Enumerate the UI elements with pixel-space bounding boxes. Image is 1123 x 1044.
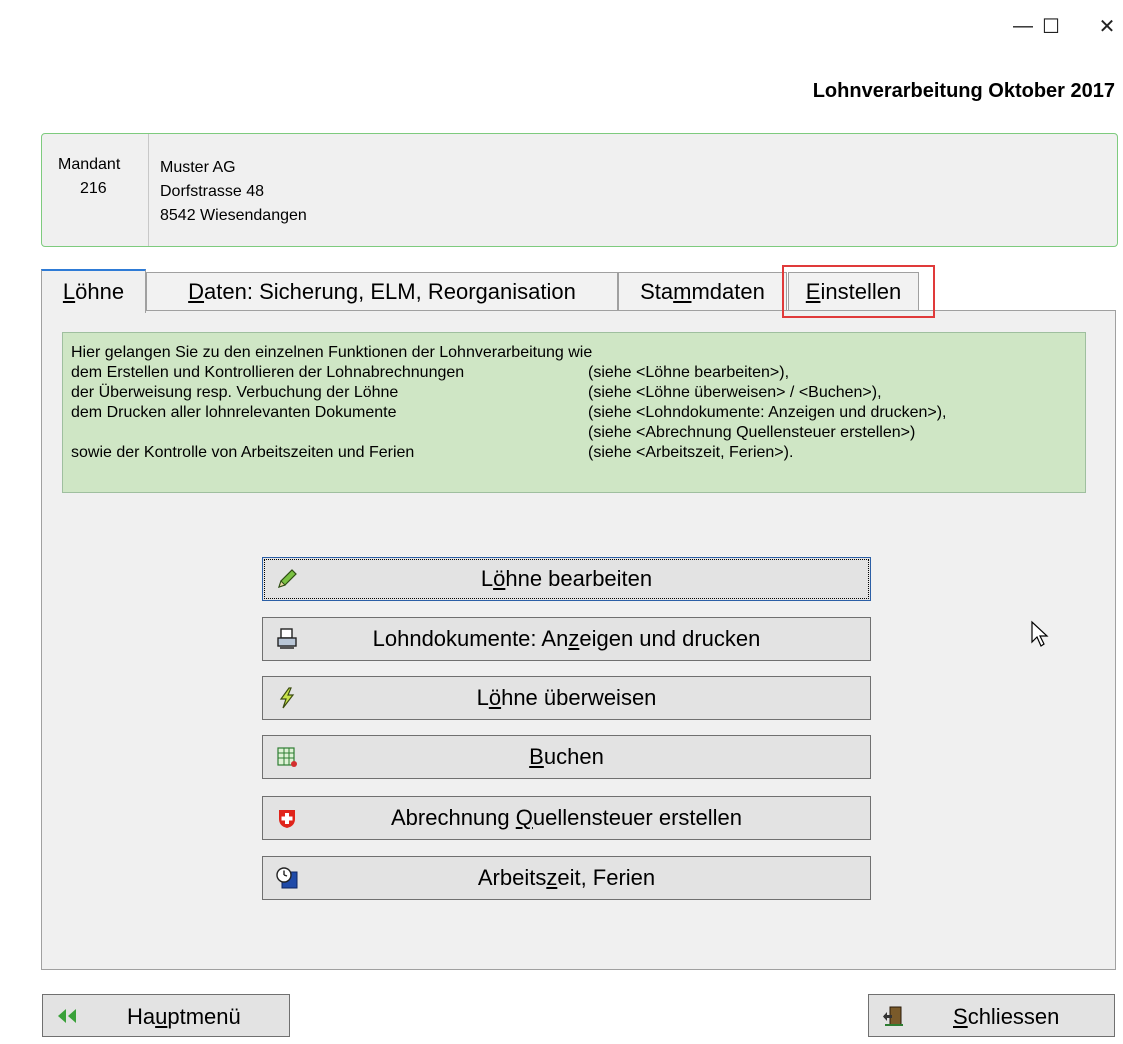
schliessen-button[interactable]: Schliessen bbox=[868, 994, 1115, 1037]
printer-icon bbox=[275, 627, 299, 651]
exit-door-icon bbox=[881, 1005, 905, 1027]
maximize-icon: ☐ bbox=[1042, 15, 1060, 38]
double-arrow-left-icon bbox=[55, 1005, 79, 1027]
tab-einstellen[interactable]: Einstellen bbox=[788, 272, 919, 310]
lightning-icon bbox=[275, 686, 299, 710]
client-address: Muster AG Dorfstrasse 48 8542 Wiesendang… bbox=[160, 156, 307, 228]
loehne-bearbeiten-button[interactable]: Löhne bearbeiten bbox=[262, 557, 871, 601]
client-id-column: Mandant 216 bbox=[42, 134, 149, 246]
swiss-cross-icon bbox=[275, 806, 299, 830]
client-street: Dorfstrasse 48 bbox=[160, 183, 265, 200]
button-label: Löhne überweisen bbox=[476, 685, 657, 710]
client-number: 216 bbox=[80, 180, 107, 197]
tab-loehne[interactable]: Löhne bbox=[41, 269, 146, 313]
maximize-button[interactable]: ☐ bbox=[1028, 6, 1074, 46]
tab-label: Daten: Sicherung, ELM, Reorganisation bbox=[188, 278, 576, 304]
client-label: Mandant bbox=[58, 156, 121, 173]
arbeitszeit-ferien-button[interactable]: Arbeitszeit, Ferien bbox=[262, 856, 871, 900]
button-label: Buchen bbox=[529, 744, 604, 769]
client-name: Muster AG bbox=[160, 159, 236, 176]
quellensteuer-button[interactable]: Abrechnung Quellensteuer erstellen bbox=[262, 796, 871, 840]
button-label: Schliessen bbox=[953, 1004, 1060, 1029]
button-label: Löhne bearbeiten bbox=[480, 566, 653, 591]
info-box: Hier gelangen Sie zu den einzelnen Funkt… bbox=[62, 332, 1086, 493]
page-title: Lohnverarbeitung Oktober 2017 bbox=[812, 80, 1115, 102]
loehne-ueberweisen-button[interactable]: Löhne überweisen bbox=[262, 676, 871, 720]
button-label: Arbeitszeit, Ferien bbox=[477, 865, 656, 890]
tab-stammdaten[interactable]: Stammdaten bbox=[618, 272, 787, 310]
client-info-box: Mandant 216 Muster AG Dorfstrasse 48 854… bbox=[41, 133, 1118, 247]
button-label: Abrechnung Quellensteuer erstellen bbox=[390, 805, 743, 830]
tab-label: Stammdaten bbox=[640, 278, 765, 304]
clock-calendar-icon bbox=[275, 866, 299, 890]
lohndokumente-button[interactable]: Lohndokumente: Anzeigen und drucken bbox=[262, 617, 871, 661]
pencil-icon bbox=[275, 567, 299, 591]
tab-label: Einstellen bbox=[805, 278, 902, 304]
close-icon: ✕ bbox=[1098, 15, 1116, 38]
tab-label: Löhne bbox=[62, 279, 125, 304]
ledger-icon bbox=[275, 745, 299, 769]
hauptmenue-button[interactable]: Hauptmenü bbox=[42, 994, 290, 1037]
buchen-button[interactable]: Buchen bbox=[262, 735, 871, 779]
button-label: Hauptmenü bbox=[127, 1004, 241, 1029]
close-window-button[interactable]: ✕ bbox=[1084, 6, 1123, 46]
tab-daten[interactable]: Daten: Sicherung, ELM, Reorganisation bbox=[146, 272, 618, 310]
mouse-cursor-icon bbox=[1030, 620, 1052, 650]
client-city: 8542 Wiesendangen bbox=[160, 207, 307, 224]
button-label: Lohndokumente: Anzeigen und drucken bbox=[372, 626, 761, 651]
